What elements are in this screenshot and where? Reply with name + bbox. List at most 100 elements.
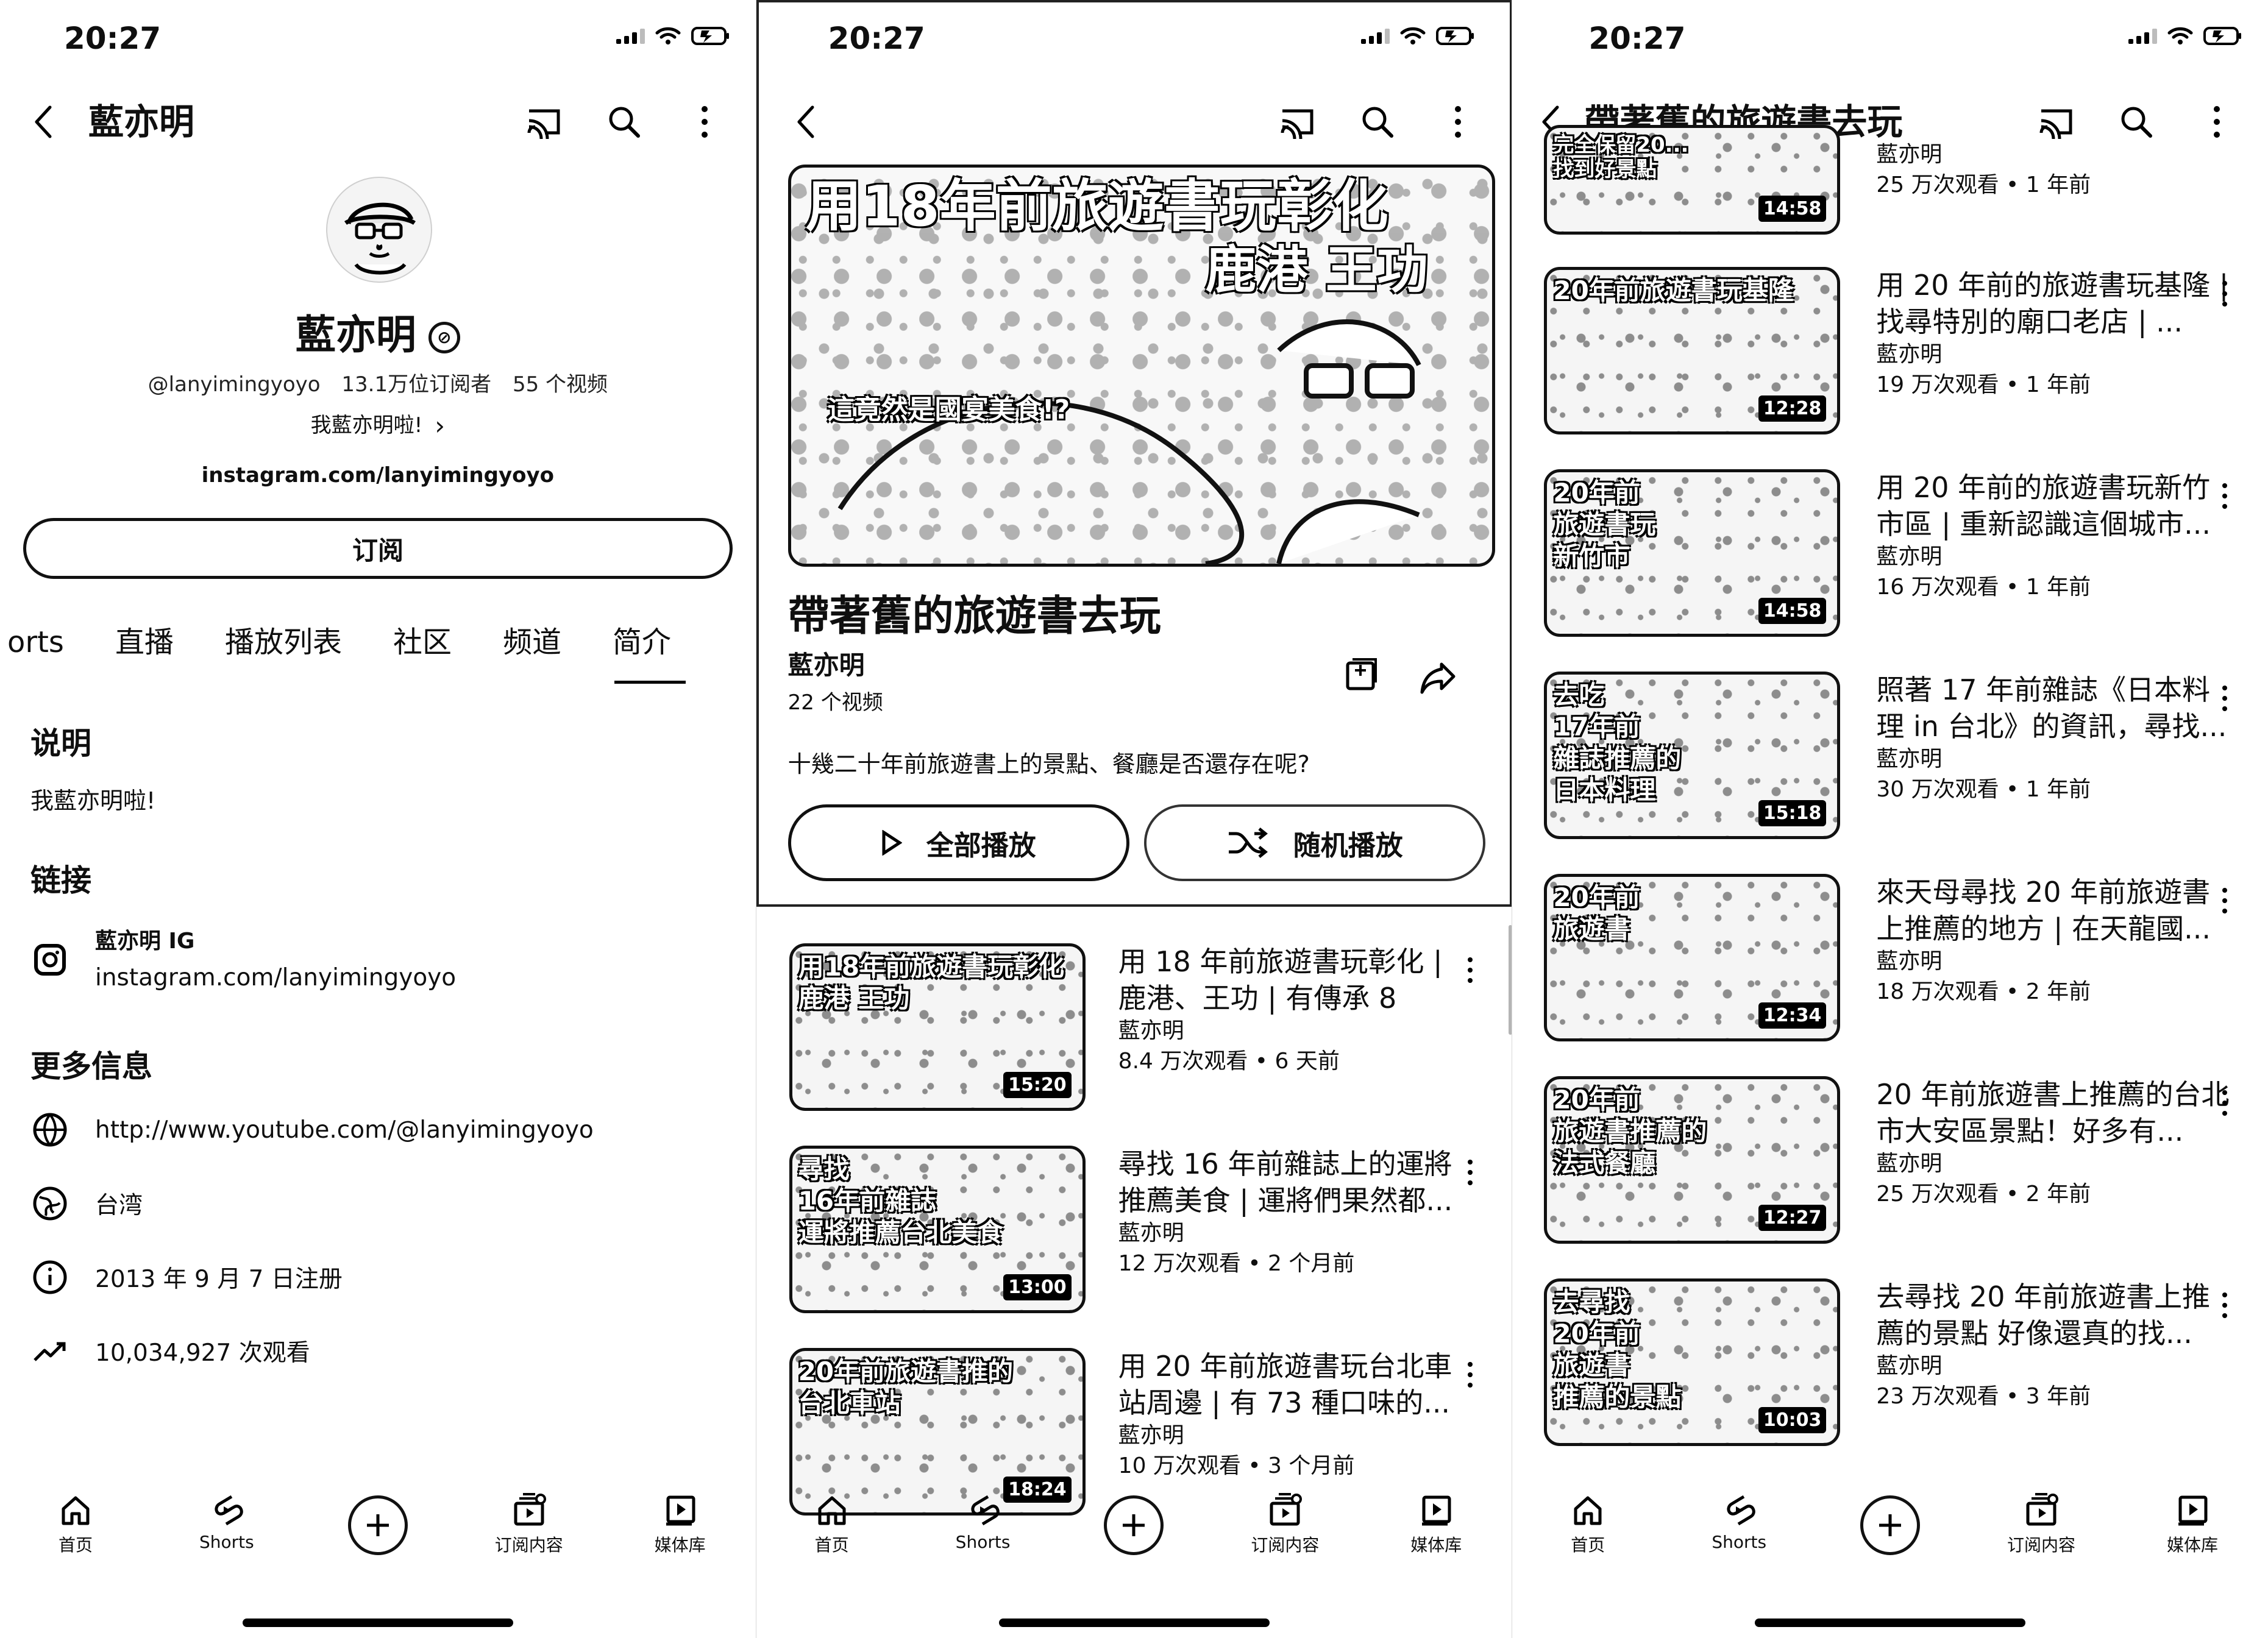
video-thumbnail[interactable]: 尋找 16年前雜誌 運將推薦台北美食 13:00 [789,1146,1086,1313]
channel-meta: @lanyimingyoyo 13.1万位订阅者 55 个视频 [0,367,756,397]
nav-library-label: 媒体库 [1410,1535,1462,1555]
playlist-hero-thumbnail[interactable]: 用18年前旅遊書玩彰化 鹿港 王功 這竟然是國宴美食!? [787,165,1495,567]
tab-community[interactable]: 社区 [368,617,477,684]
nav-shorts[interactable]: Shorts [1684,1475,1794,1552]
nav-shorts[interactable]: Shorts [928,1475,1038,1552]
tab-shorts[interactable]: orts [0,617,90,684]
home-icon [814,1492,850,1528]
video-title[interactable]: 去尋找 20 年前旅遊書上推薦的景點 好像還真的找... [1876,1278,2236,1352]
video-title[interactable]: 來天母尋找 20 年前旅遊書上推薦的地方 | 在天龍國... [1876,874,2236,947]
video-thumbnail[interactable]: 20年前旅遊書玩基隆 12:28 [1544,267,1841,434]
video-menu-button[interactable] [1459,1354,1482,1395]
nav-create[interactable] [323,1475,433,1555]
search-button[interactable] [600,102,649,141]
playlist-video-count: 22 个视频 [787,690,883,715]
playlist-video-item[interactable]: 尋找 16年前雜誌 運將推薦台北美食 13:00 尋找 16 年前雜誌上的運將推… [789,1146,1478,1328]
nav-create[interactable] [1835,1475,1945,1555]
video-info: 尋找 16 年前雜誌上的運將推薦美食 | 運將們果然都... 藍亦明 12 万次… [1118,1146,1460,1280]
video-title[interactable]: 尋找 16 年前雜誌上的運將推薦美食 | 運將們果然都... [1118,1146,1460,1219]
video-thumbnail[interactable]: 完全保留20... 找到好景點 14:58 [1544,125,1841,235]
share-button[interactable] [1417,655,1460,699]
channel-name: 藍亦明 ⊘ [0,302,756,361]
trending-icon [30,1331,69,1370]
channel-link[interactable]: instagram.com/lanyimingyoyo [0,463,756,488]
playlist-video-item[interactable]: 20年前 旅遊書推薦的 法式餐廳 12:27 20 年前旅遊書上推薦的台北市大安區… [1544,1076,2233,1259]
video-stats: 25 万次观看 • 1 年前 [1876,172,2091,197]
video-title[interactable]: 用 18 年前旅遊書玩彰化 | 鹿港、王功 | 有傳承 8 代... [1118,943,1460,1016]
video-duration: 15:20 [1003,1072,1072,1098]
save-playlist-button[interactable] [1340,655,1384,699]
nav-library[interactable]: 媒体库 [2138,1475,2247,1556]
playlist-screen: 20:27 用18年前旅遊書玩彰化 鹿港 王功 這竟然是國宴美食!? 帶著舊的旅… [755,0,1512,1638]
instagram-link[interactable]: 藍亦明 IG instagram.com/lanyimingyoyo [30,923,456,996]
cast-button[interactable] [519,102,568,141]
video-menu-button[interactable] [2213,678,2236,719]
nav-home[interactable]: 首页 [777,1475,887,1556]
playlist-video-item[interactable]: 20年前旅遊書玩基隆 12:28 用 20 年前的旅遊書玩基隆 | 找尋特別的廟口… [1544,267,2233,450]
video-menu-button[interactable] [2213,1285,2236,1326]
thumbnail-title: 尋找 16年前雜誌 運將推薦台北美食 [798,1154,1003,1247]
shuffle-button[interactable]: 随机播放 [1143,804,1485,881]
more-vertical-icon [2222,1292,2228,1318]
more-button[interactable] [1434,102,1482,141]
youtube-url-row[interactable]: http://www.youtube.com/@lanyimingyoyo [30,1110,594,1149]
nav-shorts-label: Shorts [955,1532,1011,1552]
home-icon [57,1492,94,1528]
battery-icon [691,27,729,45]
video-menu-button[interactable] [2213,1082,2236,1124]
back-button[interactable] [786,102,825,141]
video-info: 用 20 年前旅遊書玩台北車站周邊 | 有 73 種口味的... 藍亦明 10 … [1118,1348,1460,1482]
video-title[interactable]: 20 年前旅遊書上推薦的台北市大安區景點！好多有... [1876,1076,2236,1149]
video-title[interactable]: 用 20 年前的旅遊書玩基隆 | 找尋特別的廟口老店 | ... [1876,267,2236,340]
nav-subscriptions[interactable]: 订阅内容 [1230,1475,1340,1556]
video-menu-button[interactable] [1459,1152,1482,1193]
subscriber-count: 13.1万位订阅者 [341,372,492,397]
playlist-video-item[interactable]: 用18年前旅遊書玩彰化 鹿港 王功 15:20 用 18 年前旅遊書玩彰化 | … [789,943,1478,1126]
video-menu-button[interactable] [2213,475,2236,517]
partial-video-item[interactable]: 完全保留20... 找到好景點 14:58 藍亦明 25 万次观看 • 1 年前 [1544,125,2233,235]
nav-library[interactable]: 媒体库 [1381,1475,1491,1556]
more-button[interactable] [680,102,729,141]
back-button[interactable] [23,102,62,141]
video-menu-button[interactable] [1459,949,1482,991]
playlist-video-item[interactable]: 20年前 旅遊書玩 新竹市 14:58 用 20 年前的旅遊書玩新竹市區 | 重新… [1544,469,2233,652]
video-thumbnail[interactable]: 去吃 17年前 雜誌推薦的 日本料理 15:18 [1544,672,1841,839]
video-stats: 30 万次观看 • 1 年前 [1876,777,2091,802]
video-thumbnail[interactable]: 用18年前旅遊書玩彰化 鹿港 王功 15:20 [789,943,1086,1111]
search-button[interactable] [1353,102,1402,141]
instagram-url: instagram.com/lanyimingyoyo [95,964,457,991]
video-title[interactable]: 照著 17 年前雜誌《日本料理 in 台北》的資訊，尋找... [1876,672,2236,745]
playlist-video-item[interactable]: 20年前 旅遊書 12:34 來天母尋找 20 年前旅遊書上推薦的地方 | 在天龍… [1544,874,2233,1057]
tab-about[interactable]: 简介 [587,617,697,684]
video-stats: 19 万次观看 • 1 年前 [1876,372,2091,397]
video-thumbnail[interactable]: 20年前 旅遊書 12:34 [1544,874,1841,1041]
video-title[interactable]: 用 20 年前旅遊書玩台北車站周邊 | 有 73 種口味的... [1118,1348,1460,1421]
nav-library[interactable]: 媒体库 [625,1475,735,1556]
video-menu-button[interactable] [2213,880,2236,921]
channel-tagline[interactable]: 我藍亦明啦! › [0,408,756,439]
tab-live[interactable]: 直播 [90,617,199,684]
nav-home[interactable]: 首页 [1533,1475,1643,1556]
nav-home[interactable]: 首页 [21,1475,130,1556]
playlist-video-item[interactable]: 去尋找 20年前 旅遊書 推薦的景點 10:03 去尋找 20 年前旅遊書上推薦的… [1544,1278,2233,1461]
subscribe-button[interactable]: 订阅 [23,518,733,579]
play-all-button[interactable]: 全部播放 [787,804,1129,881]
playlist-owner[interactable]: 藍亦明 [788,645,865,682]
avatar[interactable] [326,177,432,283]
tab-playlists[interactable]: 播放列表 [199,617,368,684]
video-title[interactable]: 用 20 年前的旅遊書玩新竹市區 | 重新認識這個城市... [1876,469,2236,542]
video-thumbnail[interactable]: 20年前 旅遊書玩 新竹市 14:58 [1544,469,1841,637]
cast-button[interactable] [1273,102,1321,141]
video-thumbnail[interactable]: 去尋找 20年前 旅遊書 推薦的景點 10:03 [1544,1278,1841,1446]
nav-shorts[interactable]: Shorts [172,1475,282,1552]
video-menu-button[interactable] [2213,273,2236,314]
nav-subscriptions[interactable]: 订阅内容 [1986,1475,2096,1556]
tab-channels[interactable]: 频道 [477,617,587,684]
more-vertical-icon [1467,957,1473,983]
video-owner: 藍亦明 [1118,1221,1184,1246]
playlist-video-item[interactable]: 去吃 17年前 雜誌推薦的 日本料理 15:18 照著 17 年前雜誌《日本料理 … [1544,672,2233,854]
nav-create[interactable] [1079,1475,1189,1555]
nav-subscriptions[interactable]: 订阅内容 [474,1475,584,1556]
share-icon [1420,662,1456,694]
video-thumbnail[interactable]: 20年前 旅遊書推薦的 法式餐廳 12:27 [1544,1076,1841,1244]
